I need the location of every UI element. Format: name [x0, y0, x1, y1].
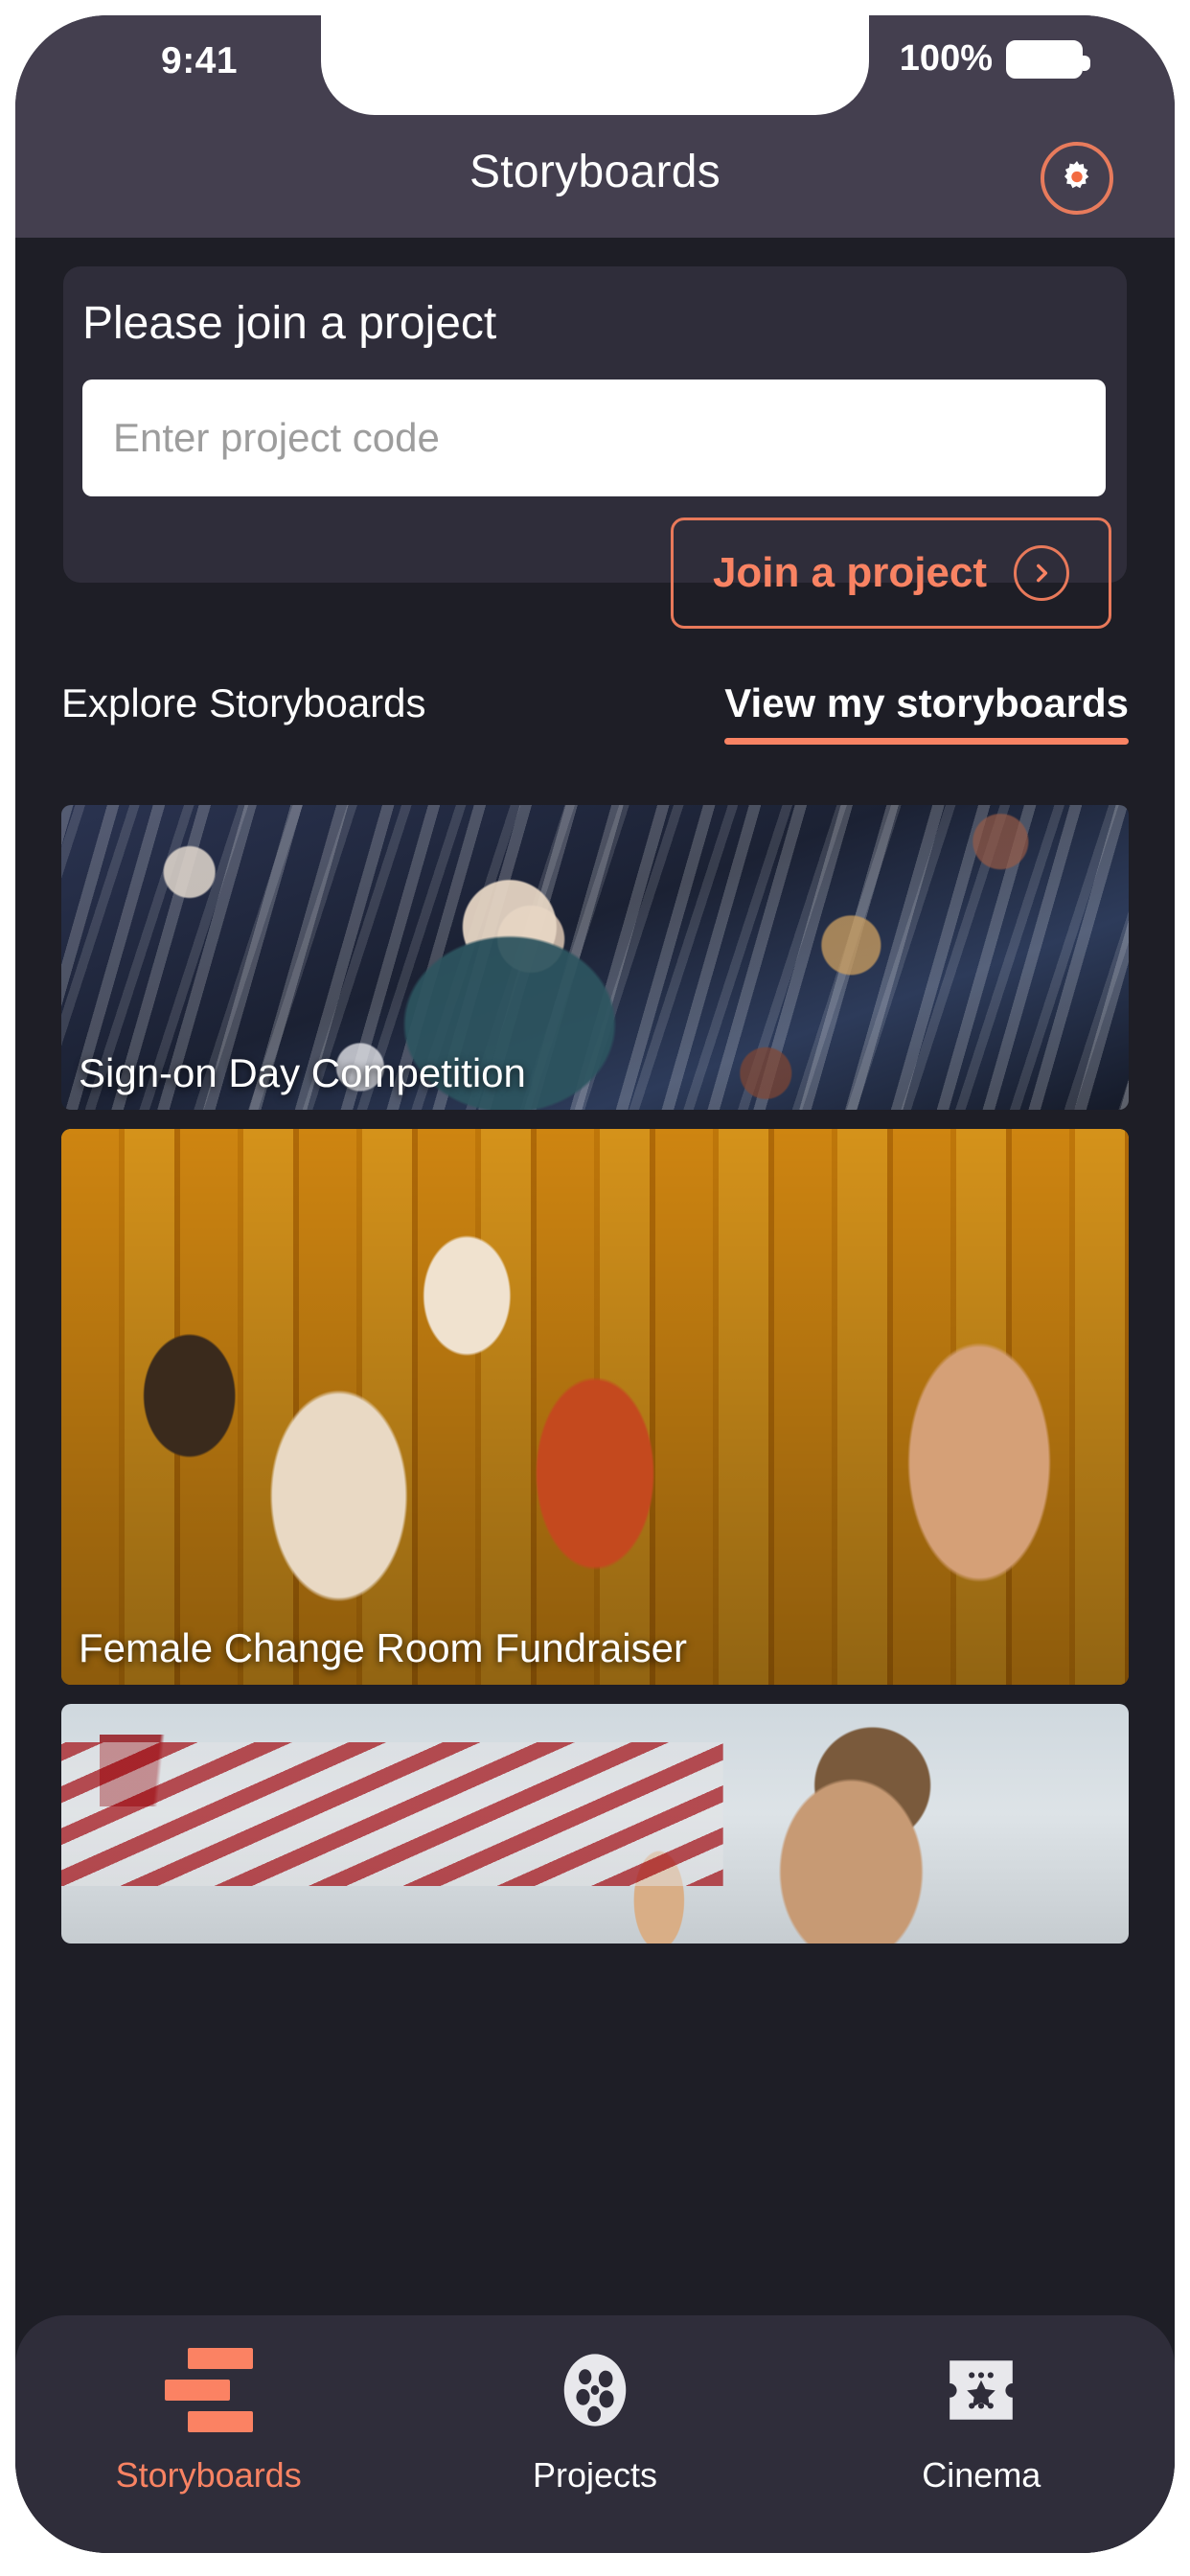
women-athletes-locker-room-image — [61, 1129, 1129, 1685]
join-a-project-button[interactable]: Join a project — [671, 518, 1111, 629]
status-time: 9:41 — [161, 40, 239, 81]
join-button-label: Join a project — [712, 549, 988, 596]
device-notch — [321, 15, 869, 115]
ticket-star-icon — [937, 2346, 1025, 2434]
bottom-navigation: Storyboards Projects Cinema — [15, 2315, 1175, 2553]
tab-explore-storyboards[interactable]: Explore Storyboards — [61, 680, 426, 726]
nav-label-cinema: Cinema — [922, 2455, 1041, 2495]
settings-button[interactable] — [1041, 142, 1113, 215]
storyboard-card-title: Female Change Room Fundraiser — [79, 1625, 687, 1670]
project-code-input[interactable] — [82, 380, 1106, 496]
join-heading: Please join a project — [82, 298, 497, 349]
film-reel-icon — [551, 2346, 639, 2434]
storyboard-card[interactable]: Sign-on Day Competition — [61, 805, 1129, 1110]
nav-label-projects: Projects — [532, 2455, 658, 2495]
storyboard-card[interactable] — [61, 1704, 1129, 1944]
active-tab-underline — [724, 738, 1129, 745]
phone-frame: 9:41 100% Storyboards Please join a proj… — [15, 15, 1175, 2553]
storyboard-tabs: Explore Storyboards View my storyboards — [15, 659, 1175, 774]
storyboard-list: Sign-on Day Competition Female Change Ro… — [61, 805, 1129, 1963]
tab-view-my-storyboards-label: View my storyboards — [724, 680, 1129, 725]
join-project-card: Please join a project Join a project — [63, 266, 1127, 629]
scroll-content[interactable]: Please join a project Join a project Exp… — [15, 238, 1175, 2553]
gear-icon — [1064, 161, 1089, 189]
chevron-right-circle-icon — [1014, 545, 1070, 601]
nav-item-storyboards[interactable]: Storyboards — [15, 2315, 401, 2553]
bars-icon — [164, 2346, 253, 2434]
storyboard-card[interactable]: Female Change Room Fundraiser — [61, 1129, 1129, 1685]
nav-item-projects[interactable]: Projects — [401, 2315, 788, 2553]
battery-full-icon — [1006, 39, 1090, 79]
nav-label-storyboards: Storyboards — [115, 2455, 302, 2495]
storyboard-card-title: Sign-on Day Competition — [79, 1050, 526, 1095]
page-title: Storyboards — [469, 147, 721, 197]
tab-view-my-storyboards[interactable]: View my storyboards — [724, 680, 1129, 745]
nav-item-cinema[interactable]: Cinema — [789, 2315, 1175, 2553]
app-header: Storyboards — [15, 132, 1175, 238]
status-indicators: 100% — [899, 38, 1090, 80]
athlete-at-stadium-image — [61, 1704, 1129, 1944]
battery-percentage: 100% — [899, 38, 993, 79]
